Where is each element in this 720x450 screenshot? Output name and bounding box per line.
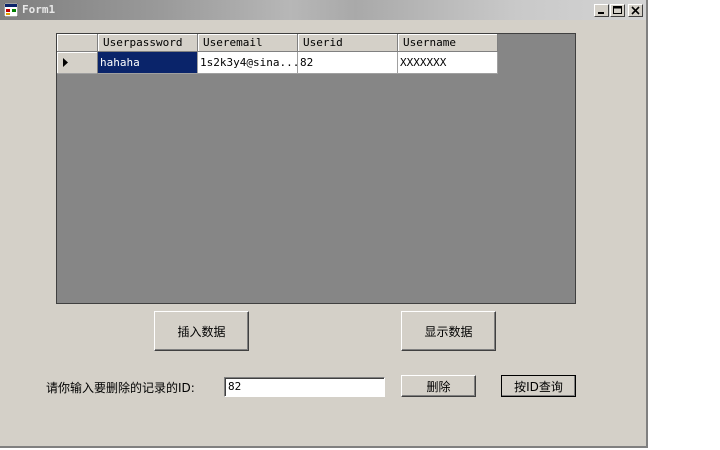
insert-data-button[interactable]: 插入数据 — [154, 311, 249, 351]
minimize-icon — [598, 12, 604, 14]
maximize-icon — [613, 6, 622, 14]
table-row[interactable]: hahaha 1s2k3y4@sina... 82 XXXXXXX — [57, 52, 498, 74]
show-data-button[interactable]: 显示数据 — [401, 311, 496, 351]
delete-button[interactable]: 删除 — [401, 375, 476, 397]
close-button[interactable] — [628, 4, 643, 17]
minimize-button[interactable] — [594, 4, 609, 17]
cell-userpassword[interactable]: hahaha — [98, 52, 198, 74]
delete-id-input[interactable]: 82 — [224, 377, 385, 397]
column-header-username[interactable]: Username — [398, 34, 498, 52]
cell-username[interactable]: XXXXXXX — [398, 52, 498, 74]
row-header[interactable] — [57, 52, 98, 74]
close-icon — [631, 6, 640, 15]
maximize-button[interactable] — [610, 4, 625, 17]
grid-header: Userpassword Useremail Userid Username — [57, 34, 498, 52]
current-row-arrow-icon — [63, 58, 68, 67]
window-title: Form1 — [22, 3, 56, 16]
column-header-userid[interactable]: Userid — [298, 34, 398, 52]
query-by-id-button[interactable]: 按ID查询 — [501, 375, 576, 397]
cell-userid[interactable]: 82 — [298, 52, 398, 74]
app-icon — [4, 3, 18, 17]
grid-corner-header[interactable] — [57, 34, 98, 52]
data-grid[interactable]: Userpassword Useremail Userid Username h… — [56, 33, 576, 304]
column-header-useremail[interactable]: Useremail — [198, 34, 298, 52]
title-bar[interactable]: Form1 — [0, 0, 646, 20]
column-header-userpassword[interactable]: Userpassword — [98, 34, 198, 52]
cell-useremail[interactable]: 1s2k3y4@sina... — [198, 52, 298, 74]
main-window: Form1 Userpassword Useremail Userid User… — [0, 0, 648, 448]
delete-id-prompt-label: 请你输入要删除的记录的ID: — [46, 381, 195, 395]
